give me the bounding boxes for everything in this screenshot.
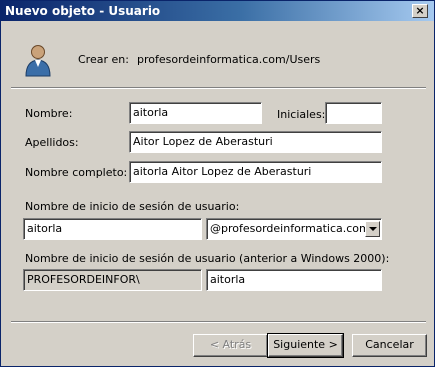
last-name-input[interactable]: Aitor Lopez de Aberasturi <box>129 131 382 153</box>
window-title: Nuevo objeto - Usuario <box>5 4 161 18</box>
initials-input[interactable] <box>325 102 382 124</box>
first-name-label: Nombre: <box>25 107 73 120</box>
cancel-button[interactable]: Cancelar <box>352 334 427 357</box>
initials-label: Iniciales: <box>277 108 326 121</box>
create-in-path: profesordeinformatica.com/Users <box>137 53 321 66</box>
close-icon: × <box>415 4 425 17</box>
domain-select[interactable]: @profesordeinformatica.com <box>206 218 382 240</box>
logon-name-input[interactable]: aitorla <box>23 218 202 240</box>
legacy-logon-label: Nombre de inicio de sesión de usuario (a… <box>25 252 390 265</box>
user-icon <box>25 45 51 77</box>
back-button[interactable]: < Atrás <box>193 334 268 357</box>
create-in-label: Crear en: <box>78 53 129 66</box>
full-name-input[interactable]: aitorla Aitor Lopez de Aberasturi <box>129 161 382 183</box>
new-user-dialog: Nuevo objeto - Usuario × Crear en: profe… <box>0 0 435 367</box>
first-name-input[interactable]: aitorla <box>129 102 262 124</box>
close-button[interactable]: × <box>412 4 428 18</box>
next-button[interactable]: Siguiente > <box>267 333 344 358</box>
separator-bottom <box>11 321 426 323</box>
title-bar[interactable]: Nuevo objeto - Usuario × <box>1 1 434 21</box>
legacy-domain-field: PROFESORDEINFOR\ <box>23 269 202 291</box>
last-name-label: Apellidos: <box>25 136 79 149</box>
separator-top <box>11 87 426 89</box>
domain-select-value: @profesordeinformatica.com <box>210 222 370 235</box>
full-name-label: Nombre completo: <box>25 166 128 179</box>
legacy-logon-input[interactable]: aitorla <box>206 269 382 291</box>
logon-name-label: Nombre de inicio de sesión de usuario: <box>25 200 240 213</box>
chevron-down-icon[interactable] <box>365 221 380 237</box>
